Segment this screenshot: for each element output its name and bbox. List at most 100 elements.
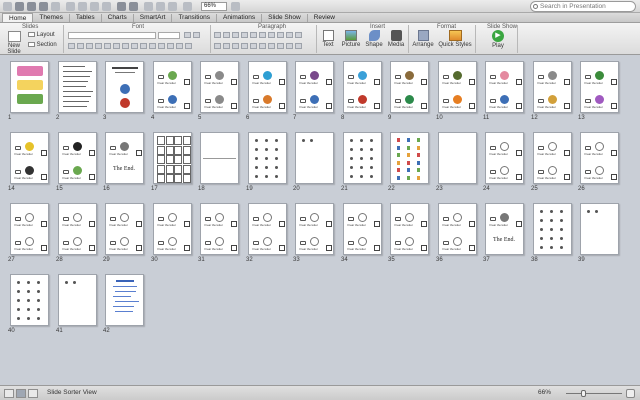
paragraph-align-buttons[interactable]: [214, 43, 302, 49]
slide-thumbnail[interactable]: I hear the letter I hear the letter: [10, 203, 49, 255]
zoom-field[interactable]: 66%: [201, 2, 227, 11]
tab-review[interactable]: Review: [308, 13, 341, 22]
tab-transitions[interactable]: Transitions: [172, 13, 216, 22]
slide-thumbnail[interactable]: I hear the letter I hear the letter: [153, 203, 192, 255]
slide-speaker-icon: [158, 99, 164, 103]
slide-thumbnail[interactable]: I hear the letter I hear the letter: [580, 61, 619, 113]
slide-thumbnail[interactable]: I hear the letter I hear the letter: [485, 132, 524, 184]
slide-thumbnail[interactable]: [533, 203, 572, 255]
paste-icon[interactable]: [90, 2, 99, 11]
slide-card-picture: [417, 153, 420, 157]
slide-thumbnail[interactable]: I hear the letter I hear the letter: [58, 132, 97, 184]
open-icon[interactable]: [27, 2, 36, 11]
slide-thumbnail[interactable]: I hear the letter I hear the letter: [438, 203, 477, 255]
slide-thumbnail[interactable]: [105, 274, 144, 326]
slide-letter-mark: [560, 219, 563, 222]
slide-thumbnail[interactable]: I hear the letter I hear the letter: [533, 61, 572, 113]
slide-thumbnail[interactable]: I hear the letter I hear the letter: [58, 203, 97, 255]
tab-slide-show[interactable]: Slide Show: [262, 13, 307, 22]
new-slide-button[interactable]: New Slide: [2, 31, 26, 55]
slide-thumbnail[interactable]: I hear the letter I hear the letter: [200, 203, 239, 255]
slide-thumbnail[interactable]: [438, 132, 477, 184]
slide-thumbnail[interactable]: I hear the letter I hear the letter: [295, 61, 334, 113]
slide-speaker-icon: [300, 75, 306, 79]
slide-thumbnail[interactable]: [153, 132, 192, 184]
slide-thumbnail[interactable]: I hear the letter The End.: [105, 132, 144, 184]
slide-thumbnail[interactable]: I hear the letter I hear the letter: [295, 203, 334, 255]
slide-card-picture: [397, 145, 400, 150]
tab-charts[interactable]: Charts: [102, 13, 133, 22]
help-icon[interactable]: [183, 2, 192, 11]
slide-thumbnail[interactable]: [10, 274, 49, 326]
slide-speaker-icon: [205, 99, 211, 103]
fit-window-icon[interactable]: [626, 389, 635, 398]
slide-thumbnail[interactable]: [390, 132, 429, 184]
copy-icon[interactable]: [78, 2, 87, 11]
slide-thumbnail[interactable]: I hear the letter I hear the letter: [248, 61, 287, 113]
quick-styles-button[interactable]: Quick Styles: [437, 30, 473, 48]
zoom-slider[interactable]: [566, 390, 622, 397]
tab-themes[interactable]: Themes: [33, 13, 68, 22]
picture-button[interactable]: Picture: [340, 30, 362, 48]
font-format-buttons[interactable]: [68, 43, 192, 49]
slide-thumbnail[interactable]: I hear the letter I hear the letter: [580, 132, 619, 184]
shape-button[interactable]: Shape: [365, 30, 383, 48]
slide-thumbnail[interactable]: I hear the letter I hear the letter: [10, 132, 49, 184]
font-grow-shrink-buttons[interactable]: [184, 32, 200, 38]
arrange-button[interactable]: Arrange: [411, 30, 435, 48]
slide-thumbnail[interactable]: I hear the letter I hear the letter: [390, 203, 429, 255]
slide-thumbnail[interactable]: [295, 132, 334, 184]
text-button[interactable]: Text: [320, 30, 336, 48]
slide-thumbnail[interactable]: [58, 61, 97, 113]
font-size-field[interactable]: [158, 32, 180, 39]
slide-thumbnail[interactable]: I hear the letter I hear the letter: [485, 61, 524, 113]
slide-thumbnail[interactable]: I hear the letter I hear the letter: [153, 61, 192, 113]
media-browser-icon[interactable]: [168, 2, 177, 11]
slide-hear-text: I hear the letter: [62, 176, 81, 180]
zoom-slider-thumb[interactable]: [581, 390, 586, 397]
slide-thumbnail[interactable]: I hear the letter I hear the letter: [343, 203, 382, 255]
font-name-field[interactable]: [68, 32, 156, 39]
new-document-icon[interactable]: [15, 2, 24, 11]
slide-thumbnail[interactable]: [200, 132, 239, 184]
format-painter-icon[interactable]: [102, 2, 111, 11]
normal-view-button[interactable]: [4, 389, 14, 398]
sidebar-toggle-icon[interactable]: [3, 2, 12, 11]
slide-letter-mark: [265, 175, 268, 178]
slide-thumbnail[interactable]: [105, 61, 144, 113]
slide-thumbnail[interactable]: I hear the letter I hear the letter: [390, 61, 429, 113]
slide-thumbnail[interactable]: [343, 132, 382, 184]
paragraph-list-buttons[interactable]: [214, 32, 302, 38]
slide-thumbnail[interactable]: I hear the letter I hear the letter: [343, 61, 382, 113]
slide-show-view-button[interactable]: [28, 389, 38, 398]
slide-thumbnail[interactable]: [248, 132, 287, 184]
toolbox-icon[interactable]: [156, 2, 165, 11]
shape-label: Shape: [365, 42, 383, 48]
gallery-icon[interactable]: [144, 2, 153, 11]
slide-thumbnail[interactable]: I hear the letter I hear the letter: [105, 203, 144, 255]
slide-thumbnail[interactable]: [58, 274, 97, 326]
media-button[interactable]: Media: [387, 30, 405, 48]
tab-smartart[interactable]: SmartArt: [134, 13, 172, 22]
slide-thumbnail[interactable]: I hear the letter The End.: [485, 203, 524, 255]
undo-icon[interactable]: [117, 2, 126, 11]
play-button[interactable]: ▶ Play: [486, 30, 510, 49]
tab-tables[interactable]: Tables: [70, 13, 101, 22]
help-icon-2[interactable]: [231, 2, 240, 11]
print-icon[interactable]: [51, 2, 60, 11]
slide-thumbnail[interactable]: [580, 203, 619, 255]
slide-thumbnail[interactable]: I hear the letter I hear the letter: [200, 61, 239, 113]
slide-sorter-view-button[interactable]: [16, 389, 26, 398]
section-button[interactable]: Section: [28, 42, 57, 48]
save-icon[interactable]: [39, 2, 48, 11]
layout-button[interactable]: Layout: [28, 32, 55, 38]
search-input[interactable]: Search in Presentation: [530, 1, 636, 12]
tab-animations[interactable]: Animations: [217, 13, 261, 22]
slide-thumbnail[interactable]: I hear the letter I hear the letter: [248, 203, 287, 255]
slide-thumbnail[interactable]: I hear the letter I hear the letter: [438, 61, 477, 113]
slide-thumbnail[interactable]: [10, 61, 49, 113]
slide-thumbnail[interactable]: I hear the letter I hear the letter: [533, 132, 572, 184]
tab-home[interactable]: Home: [2, 13, 34, 22]
cut-icon[interactable]: [66, 2, 75, 11]
redo-icon[interactable]: [129, 2, 138, 11]
